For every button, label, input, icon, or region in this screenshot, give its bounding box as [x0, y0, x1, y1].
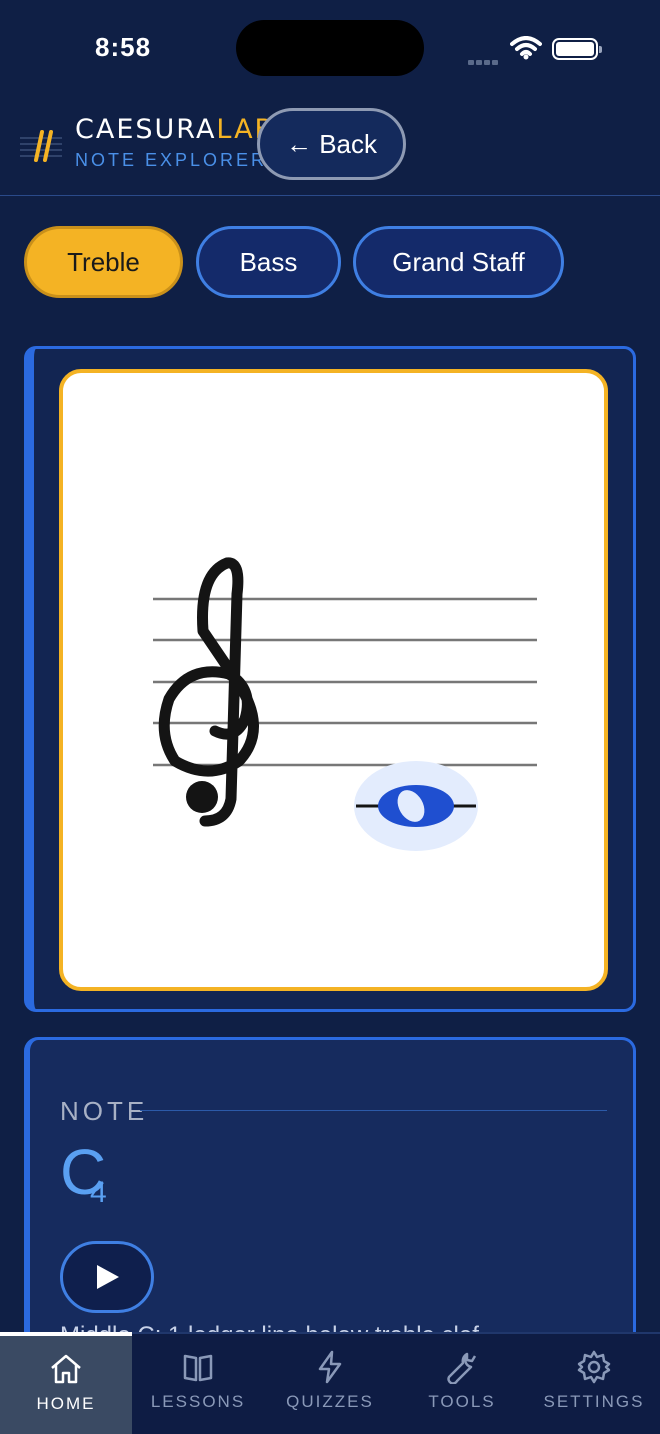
- staff-notation: [153, 557, 537, 851]
- play-button[interactable]: [60, 1241, 154, 1313]
- play-icon: [97, 1265, 119, 1289]
- wrench-icon: [447, 1352, 477, 1384]
- brand-title: CAESURALAB: [75, 114, 276, 145]
- tab-lessons[interactable]: LESSONS: [132, 1334, 264, 1434]
- status-bar: 8:58: [0, 0, 660, 96]
- note-section-label: NOTE: [60, 1096, 149, 1126]
- lightning-icon: [318, 1350, 342, 1384]
- tab-settings[interactable]: SETTINGS: [528, 1334, 660, 1434]
- treble-clef-icon: [158, 557, 259, 827]
- caesura-logo-icon: [20, 130, 62, 162]
- cellular-signal-icon: [468, 52, 502, 65]
- home-icon: [51, 1354, 81, 1384]
- bottom-tab-bar: HOME LESSONS QUIZZES TOOLS SETTINGS: [0, 1332, 660, 1434]
- tab-grand-staff[interactable]: Grand Staff: [353, 226, 564, 298]
- brand-subtitle: NOTE EXPLORER: [75, 150, 268, 170]
- tab-quizzes[interactable]: QUIZZES: [264, 1334, 396, 1434]
- book-icon: [183, 1354, 213, 1382]
- whole-note-icon[interactable]: [378, 785, 454, 827]
- battery-icon: [552, 38, 602, 60]
- dynamic-island: [236, 20, 424, 76]
- note-octave: 4: [90, 1176, 107, 1209]
- tab-tools[interactable]: TOOLS: [396, 1334, 528, 1434]
- tab-home[interactable]: HOME: [0, 1332, 132, 1434]
- back-button[interactable]: ← Back: [257, 108, 406, 180]
- status-time: 8:58: [95, 32, 152, 62]
- note-divider: [140, 1110, 607, 1111]
- wifi-icon: [510, 36, 542, 60]
- staff-lines: [153, 597, 537, 767]
- tab-bass[interactable]: Bass: [196, 226, 341, 298]
- gear-icon: [577, 1350, 611, 1384]
- tab-treble[interactable]: Treble: [24, 226, 183, 298]
